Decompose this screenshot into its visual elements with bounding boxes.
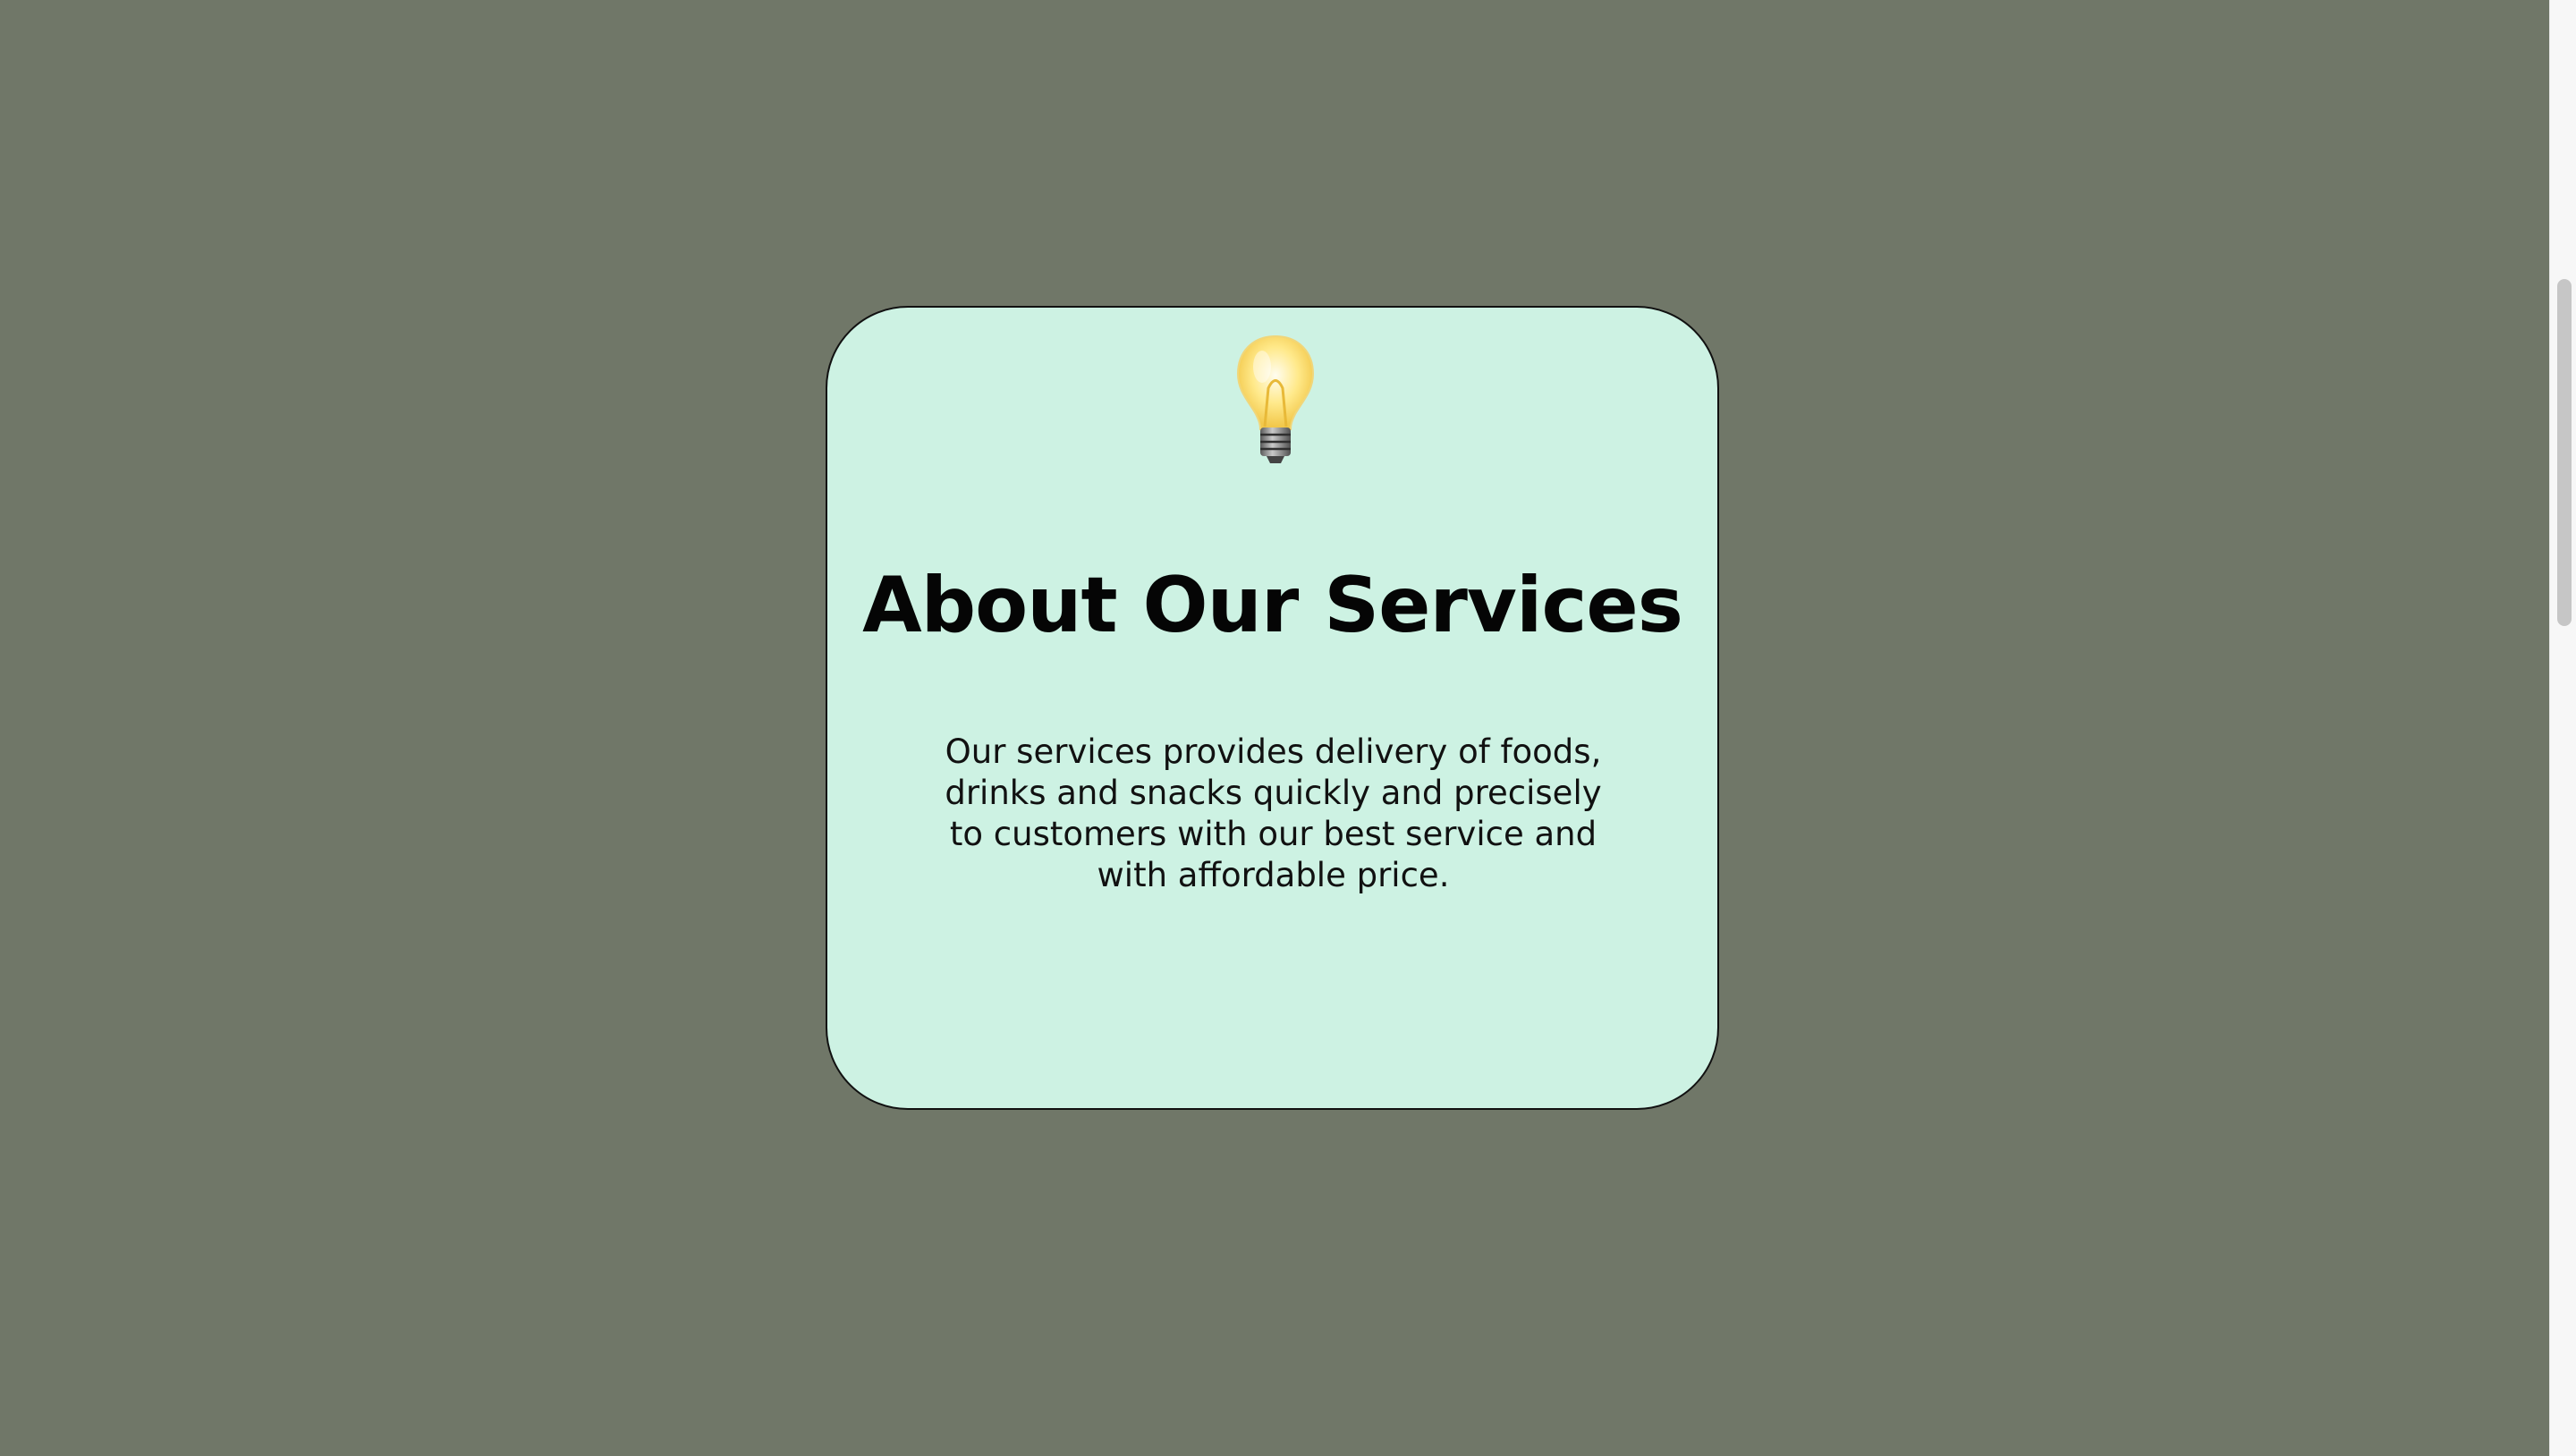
about-services-title: About Our Services bbox=[862, 561, 1683, 650]
scrollbar-thumb[interactable] bbox=[2557, 279, 2572, 626]
page-content: About Our Services Our services provides… bbox=[0, 0, 2549, 1456]
about-services-description: Our services provides delivery of foods,… bbox=[945, 732, 1602, 894]
about-services-card: About Our Services Our services provides… bbox=[826, 306, 1719, 1110]
light-bulb-icon bbox=[1234, 333, 1317, 467]
vertical-scrollbar[interactable] bbox=[2549, 0, 2576, 1456]
